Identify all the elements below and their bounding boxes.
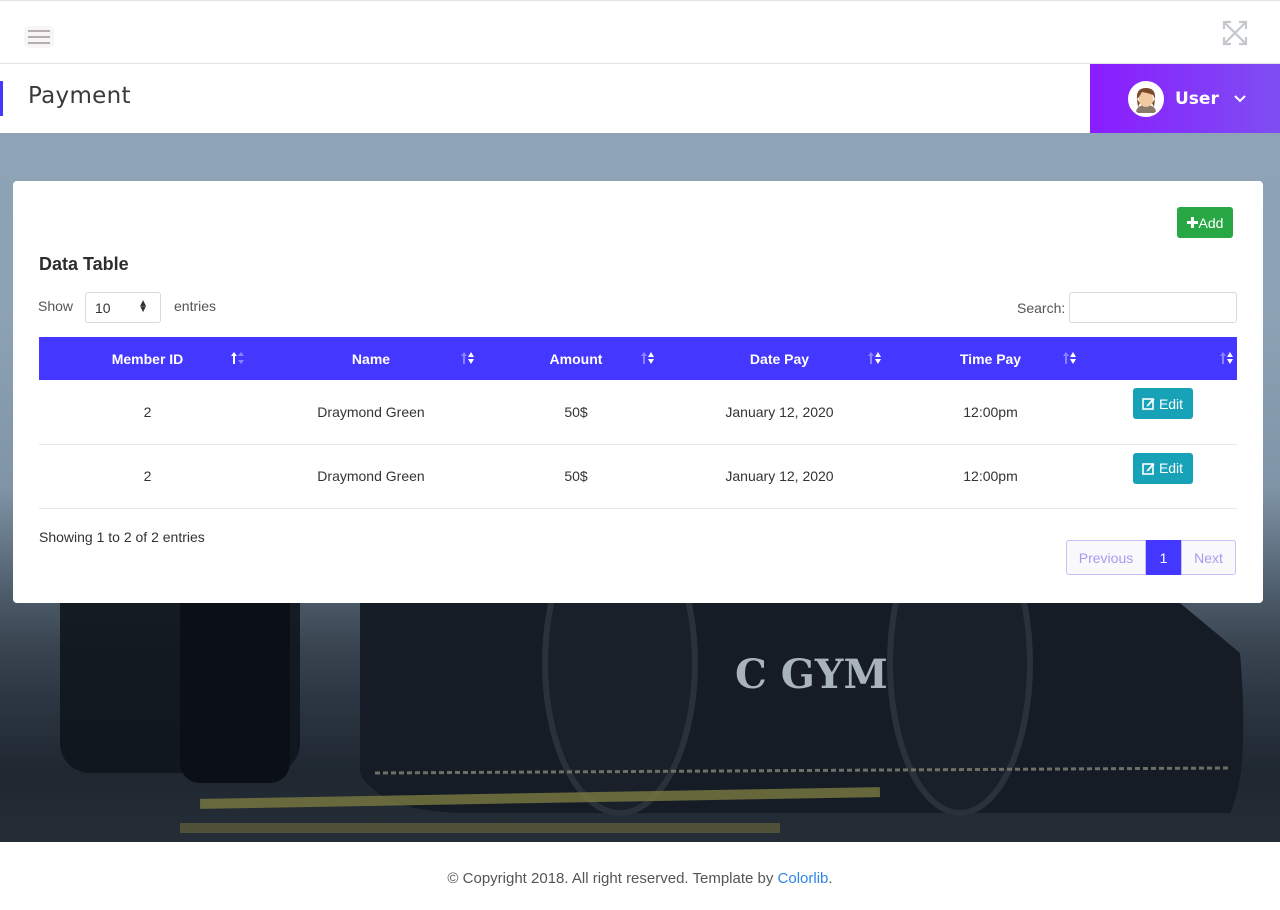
column-label: Date Pay [749, 350, 810, 367]
column-header-time-pay[interactable]: Time Pay [893, 337, 1088, 380]
add-button-label: Add [1198, 214, 1224, 231]
hamburger-menu-icon[interactable] [24, 26, 54, 48]
table-info: Showing 1 to 2 of 2 entries [39, 529, 205, 545]
table-header-row: Member ID Name Amount Date Pay Time Pay [39, 337, 1237, 380]
edit-icon [1142, 398, 1155, 411]
show-label: Show [38, 298, 74, 314]
cell-actions: Edit [1088, 444, 1237, 509]
pagination-next[interactable]: Next [1181, 540, 1236, 575]
edit-icon [1142, 462, 1155, 475]
pagination: Previous 1 Next [1066, 540, 1236, 575]
footer-suffix: . [828, 870, 833, 887]
cell-date-pay: January 12, 2020 [666, 444, 893, 509]
pagination-previous[interactable]: Previous [1066, 540, 1146, 575]
cell-amount: 50$ [486, 444, 666, 509]
user-name: User [1175, 88, 1219, 109]
sort-both-icon [641, 352, 654, 364]
column-label: Name [351, 350, 391, 367]
add-button[interactable]: Add [1177, 207, 1233, 238]
user-menu[interactable]: User [1090, 64, 1280, 133]
entries-length-value: 10 [95, 300, 111, 316]
table-row: 2 Draymond Green 50$ January 12, 2020 12… [39, 444, 1237, 509]
cell-name: Draymond Green [256, 380, 486, 445]
column-label: Amount [549, 350, 603, 367]
entries-length-select[interactable]: 10 ▲ ▼ [85, 292, 161, 323]
sort-both-icon [1063, 352, 1076, 364]
footer: © Copyright 2018. All right reserved. Te… [0, 842, 1280, 910]
entries-label: entries [174, 298, 217, 314]
gym-logo-text: C GYM [735, 651, 888, 698]
plus-icon [1186, 217, 1198, 228]
search-input[interactable] [1069, 292, 1237, 323]
column-header-name[interactable]: Name [256, 337, 486, 380]
select-arrows-icon: ▲ ▼ [138, 298, 148, 315]
title-accent-bar [0, 81, 3, 116]
edit-button[interactable]: Edit [1132, 388, 1193, 420]
cell-name: Draymond Green [256, 444, 486, 509]
data-table-card: Add Data Table Show 10 ▲ ▼ entries Search… [13, 181, 1263, 603]
sort-both-icon [1220, 352, 1233, 364]
column-label: Time Pay [959, 350, 1022, 367]
column-label: Member ID [111, 350, 184, 367]
card-title: Data Table [39, 254, 129, 274]
cell-time-pay: 12:00pm [893, 380, 1088, 445]
column-header-member-id[interactable]: Member ID [39, 337, 256, 380]
cell-date-pay: January 12, 2020 [666, 380, 893, 445]
user-avatar [1128, 80, 1164, 117]
column-header-actions[interactable] [1088, 337, 1237, 380]
table-row: 2 Draymond Green 50$ January 12, 2020 12… [39, 380, 1237, 445]
column-header-amount[interactable]: Amount [486, 337, 666, 380]
column-header-date-pay[interactable]: Date Pay [666, 337, 893, 380]
colorlib-link[interactable]: Colorlib [778, 870, 829, 887]
cell-member-id: 2 [39, 380, 256, 445]
edit-button[interactable]: Edit [1132, 452, 1193, 484]
edit-button-label: Edit [1158, 460, 1184, 476]
sort-both-icon [461, 352, 474, 364]
cell-time-pay: 12:00pm [893, 444, 1088, 509]
payments-table: Member ID Name Amount Date Pay Time Pay … [39, 337, 1237, 509]
page-header: Payment User [0, 64, 1280, 133]
copyright-text: © Copyright 2018. All right reserved. Te… [447, 870, 778, 887]
top-navbar [0, 0, 1280, 64]
edit-button-label: Edit [1158, 395, 1184, 412]
cell-member-id: 2 [39, 444, 256, 509]
fullscreen-expand-icon[interactable] [1220, 18, 1250, 48]
page-title: Payment [28, 83, 131, 109]
sort-both-icon [868, 352, 881, 364]
cell-actions: Edit [1088, 380, 1237, 445]
chevron-down-icon [1234, 94, 1246, 102]
cell-amount: 50$ [486, 380, 666, 445]
search-label: Search: [1017, 300, 1066, 316]
sort-asc-icon [231, 352, 244, 364]
pagination-page-1[interactable]: 1 [1146, 540, 1181, 575]
